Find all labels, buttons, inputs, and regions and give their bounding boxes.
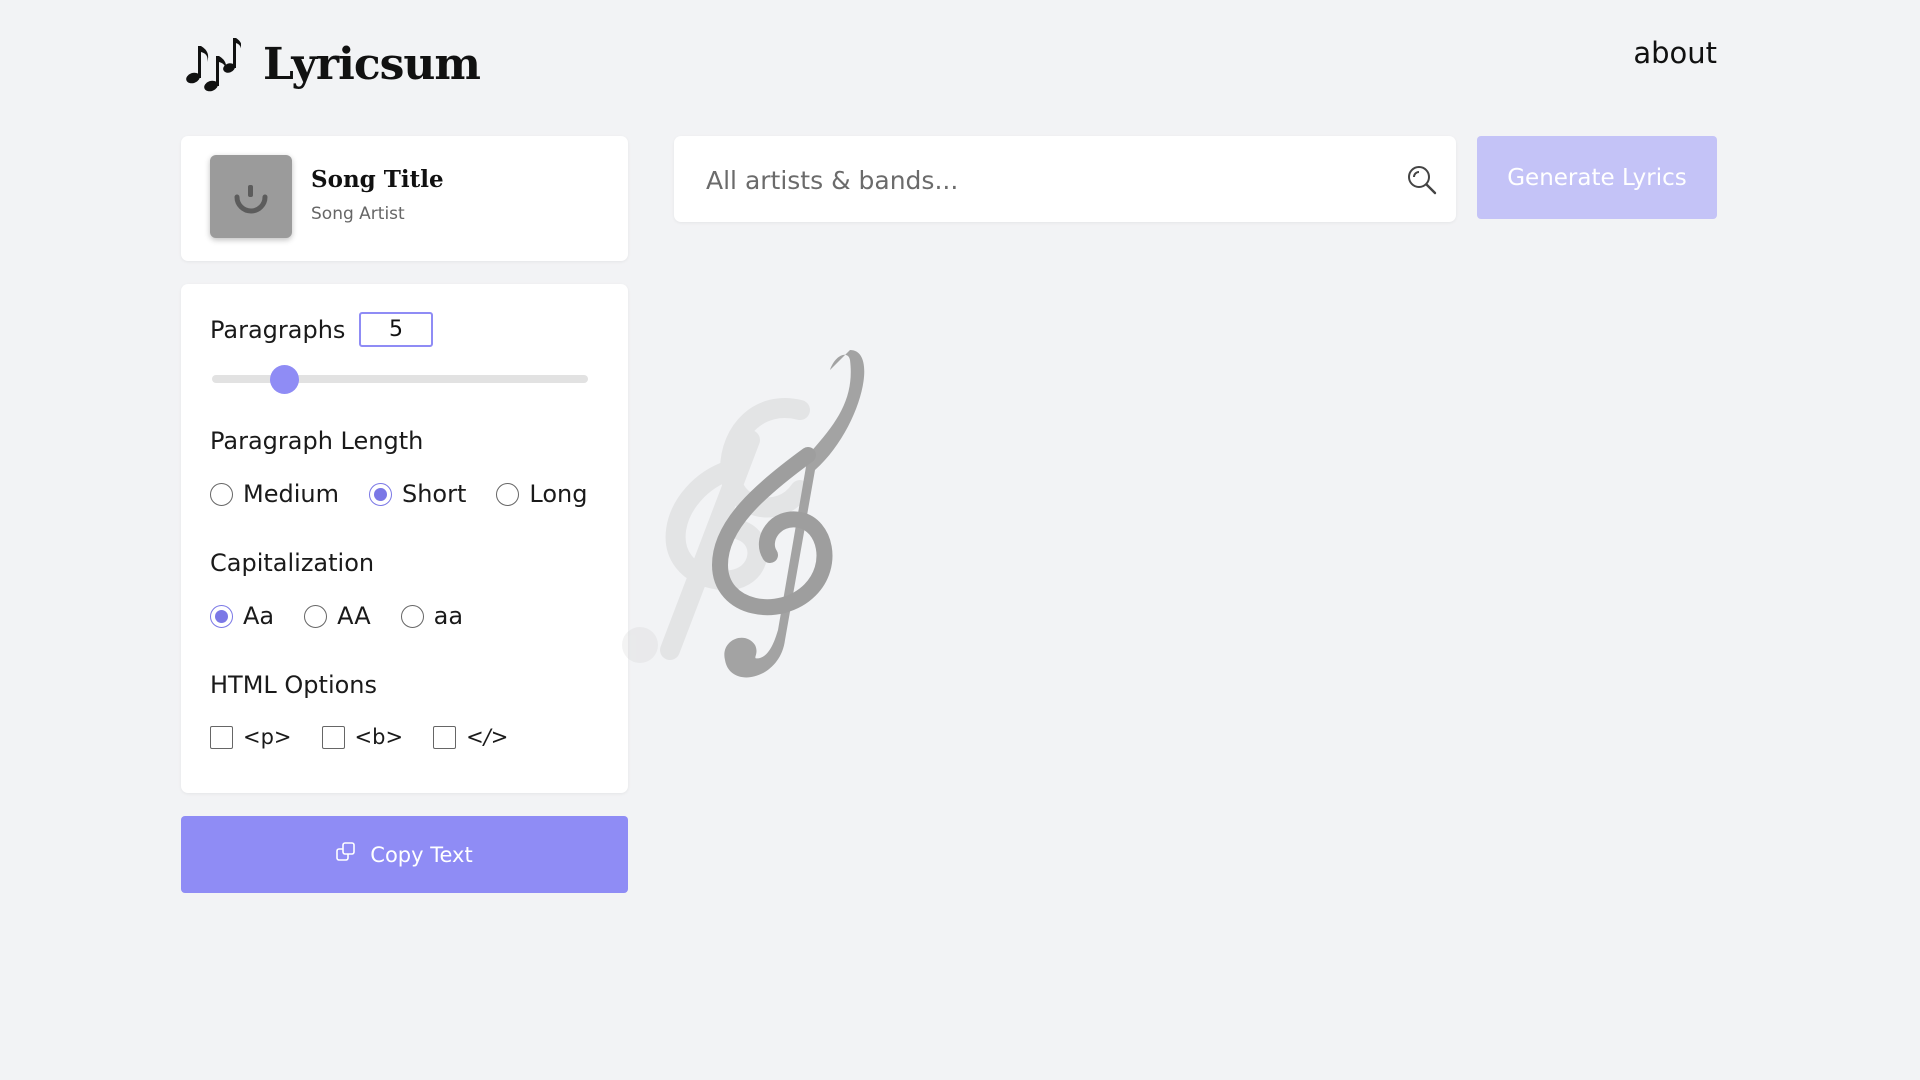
cap-option-label: aa [433, 602, 464, 630]
radio-title-case[interactable] [210, 604, 233, 628]
album-art [210, 155, 292, 238]
radio-upper-case[interactable] [304, 604, 328, 628]
html-option-b[interactable]: <b> [321, 725, 404, 749]
search-icon[interactable] [1406, 164, 1438, 196]
length-option-label: Short [401, 480, 467, 508]
song-artist: Song Artist [311, 204, 405, 224]
copy-icon [336, 841, 356, 861]
cap-option-lower[interactable]: aa [400, 602, 464, 630]
radio-long[interactable] [496, 482, 520, 506]
copy-text-label: Copy Text [370, 842, 473, 867]
options-panel: Paragraphs 5 Paragraph Length Medium Sho… [181, 284, 628, 793]
html-option-label: <b> [354, 725, 404, 749]
treble-clef-icon [622, 350, 865, 678]
album-placeholder-icon [234, 184, 268, 213]
capitalization-label: Capitalization [210, 549, 375, 577]
cap-option-label: Aa [243, 602, 275, 630]
paragraphs-input[interactable]: 5 [359, 312, 433, 347]
song-title: Song Title [311, 166, 444, 193]
about-link[interactable]: about [1633, 36, 1717, 70]
cap-option-title[interactable]: Aa [210, 602, 274, 630]
search-box[interactable] [674, 136, 1456, 224]
paragraph-length-options: Medium Short Long [210, 480, 587, 508]
checkbox-p[interactable] [210, 725, 233, 749]
checkbox-i[interactable] [433, 725, 457, 749]
cap-option-label: AA [337, 602, 371, 630]
app-title: Lyricsum [263, 38, 481, 90]
length-option-medium[interactable]: Medium [210, 480, 339, 508]
html-option-p[interactable]: <p> [210, 725, 292, 749]
radio-medium[interactable] [210, 482, 233, 506]
song-card: Song Title Song Artist [181, 136, 628, 261]
html-option-label: <p> [243, 725, 292, 749]
paragraphs-slider-thumb[interactable] [270, 365, 299, 394]
header: Lyricsum about [181, 30, 1717, 100]
paragraphs-slider-track[interactable] [212, 375, 588, 383]
checkbox-b[interactable] [321, 725, 345, 749]
search-input[interactable] [704, 136, 1388, 224]
html-options: <p> <b> </> [210, 725, 508, 749]
generate-lyrics-button[interactable]: Generate Lyrics [1477, 136, 1717, 219]
radio-short[interactable] [368, 482, 392, 506]
html-option-i[interactable]: </> [433, 725, 508, 749]
html-option-label: </> [466, 725, 509, 749]
length-option-long[interactable]: Long [496, 480, 587, 508]
radio-lower-case[interactable] [400, 604, 424, 628]
capitalization-options: Aa AA aa [210, 602, 463, 630]
music-notes-icon [186, 38, 241, 92]
length-option-label: Long [529, 480, 588, 508]
paragraphs-label: Paragraphs [210, 316, 346, 344]
copy-text-button[interactable]: Copy Text [181, 816, 628, 893]
html-options-label: HTML Options [210, 671, 378, 699]
length-option-short[interactable]: Short [368, 480, 467, 508]
length-option-label: Medium [243, 480, 339, 508]
cap-option-upper[interactable]: AA [304, 602, 371, 630]
logo[interactable]: Lyricsum [181, 34, 481, 94]
paragraph-length-label: Paragraph Length [210, 427, 424, 455]
